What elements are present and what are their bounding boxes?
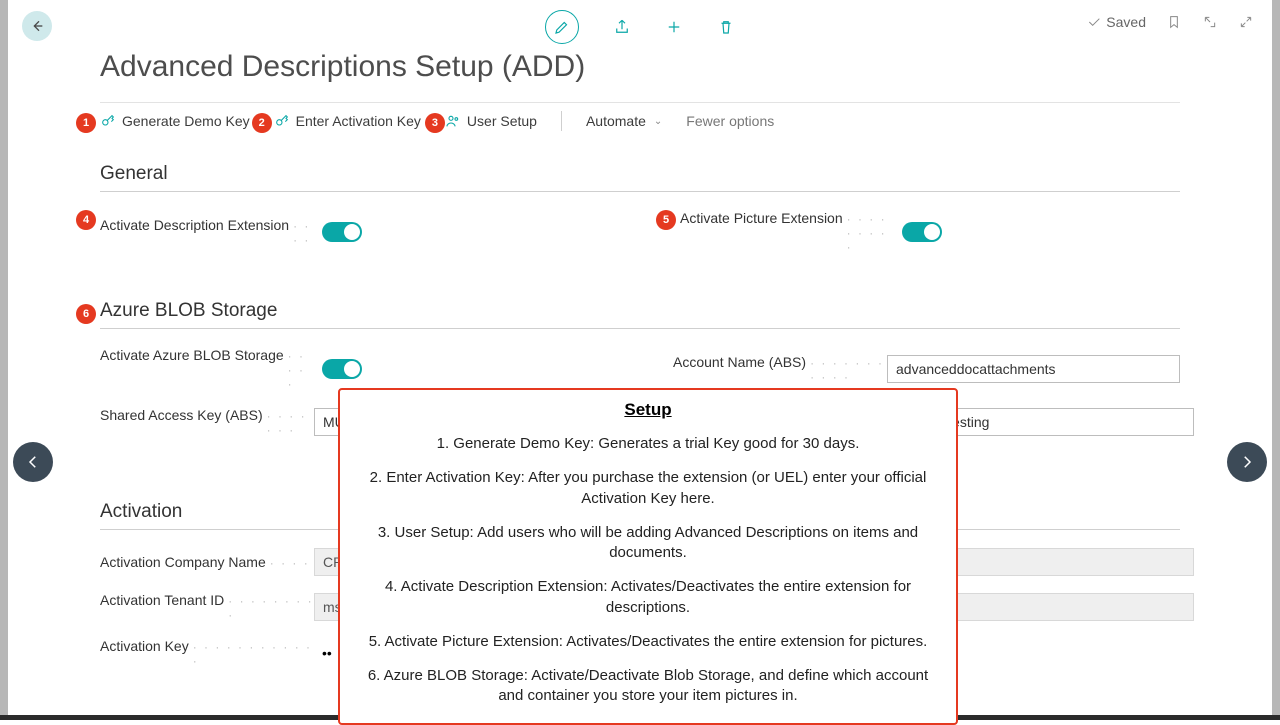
input-account-name[interactable] bbox=[887, 355, 1180, 383]
arrow-left-icon bbox=[29, 18, 45, 34]
prev-arrow[interactable] bbox=[13, 442, 53, 482]
command-divider bbox=[561, 111, 562, 131]
collapse-button[interactable] bbox=[1238, 14, 1254, 30]
back-button[interactable] bbox=[22, 11, 52, 41]
check-icon bbox=[1086, 14, 1102, 30]
general-row: 4 Activate Description Extension · · · ·… bbox=[100, 210, 1180, 270]
callout-5: 5 bbox=[656, 210, 676, 230]
callout-6: 6 bbox=[76, 304, 96, 324]
popout-icon bbox=[1202, 14, 1218, 30]
help-item-5: 5. Activate Picture Extension: Activates… bbox=[356, 632, 940, 652]
dots: · · · · · · · · · bbox=[847, 212, 894, 254]
help-item-1: 1. Generate Demo Key: Generates a trial … bbox=[356, 434, 940, 454]
delete-button[interactable] bbox=[717, 18, 735, 36]
field-label: Account Name (ABS) bbox=[673, 354, 806, 370]
help-item-2: 2. Enter Activation Key: After you purch… bbox=[356, 468, 940, 509]
dots: · · · · · · · · · · · · bbox=[193, 640, 314, 668]
next-arrow[interactable] bbox=[1227, 442, 1267, 482]
new-button[interactable] bbox=[665, 18, 683, 36]
key-icon bbox=[274, 113, 290, 129]
cmd-label: Enter Activation Key bbox=[296, 113, 421, 129]
field-label: Activate Picture Extension bbox=[680, 210, 843, 226]
section-rule bbox=[100, 328, 1180, 329]
field-activate-abs: Activate Azure BLOB Storage · · · · · bbox=[100, 347, 593, 391]
help-overlay: Setup 1. Generate Demo Key: Generates a … bbox=[338, 388, 958, 725]
bookmark-icon bbox=[1166, 14, 1182, 30]
section-title-general: General bbox=[100, 163, 1180, 185]
top-center-actions bbox=[545, 10, 735, 44]
toggle-activate-pic-ext[interactable] bbox=[902, 222, 942, 242]
help-item-4: 4. Activate Description Extension: Activ… bbox=[356, 577, 940, 618]
field-label: Activation Key bbox=[100, 638, 189, 654]
cmd-label: Generate Demo Key bbox=[122, 113, 250, 129]
cmd-label: User Setup bbox=[467, 113, 537, 129]
users-icon bbox=[445, 113, 461, 129]
chevron-down-icon: ⌄ bbox=[654, 116, 662, 127]
cmd-automate[interactable]: Automate ⌄ bbox=[586, 113, 662, 129]
help-title: Setup bbox=[356, 400, 940, 420]
dots: · · · · · · · · · · · bbox=[810, 356, 887, 384]
saved-indicator: Saved bbox=[1086, 14, 1146, 30]
frame-edge-left bbox=[0, 0, 8, 715]
callout-1: 1 bbox=[76, 113, 96, 133]
bookmark-button[interactable] bbox=[1166, 14, 1182, 30]
command-bar: 1 Generate Demo Key 2 Enter Activation K… bbox=[100, 102, 1180, 145]
cmd-label: Automate bbox=[586, 113, 646, 129]
field-account-name: Account Name (ABS) · · · · · · · · · · · bbox=[673, 347, 1180, 391]
field-activate-desc-ext: 4 Activate Description Extension · · · · bbox=[100, 210, 600, 254]
chevron-left-icon bbox=[24, 453, 42, 471]
help-item-3: 3. User Setup: Add users who will be add… bbox=[356, 523, 940, 564]
help-item-6: 6. Azure BLOB Storage: Activate/Deactiva… bbox=[356, 666, 940, 707]
callout-2: 2 bbox=[252, 113, 272, 133]
section-title-azure: Azure BLOB Storage bbox=[100, 300, 1180, 322]
toggle-activate-desc-ext[interactable] bbox=[322, 222, 362, 242]
top-right-actions: Saved bbox=[1086, 14, 1254, 30]
field-activate-pic-ext: 5 Activate Picture Extension · · · · · ·… bbox=[680, 210, 1180, 254]
cmd-fewer-options[interactable]: Fewer options bbox=[686, 113, 774, 129]
activation-key-masked: •• bbox=[322, 645, 332, 661]
trash-icon bbox=[717, 18, 735, 36]
dots: · · · · · · · bbox=[267, 409, 314, 437]
dots: · · · · bbox=[293, 219, 314, 247]
pencil-icon bbox=[553, 18, 571, 36]
frame-edge-right bbox=[1272, 0, 1280, 715]
field-label: Shared Access Key (ABS) bbox=[100, 407, 263, 423]
cmd-enter-activation-key[interactable]: 2 Enter Activation Key bbox=[274, 113, 421, 129]
section-rule bbox=[100, 191, 1180, 192]
callout-4: 4 bbox=[76, 210, 96, 230]
viewonly-icon bbox=[100, 113, 116, 129]
chevron-right-icon bbox=[1238, 453, 1256, 471]
saved-label: Saved bbox=[1106, 14, 1146, 30]
popout-button[interactable] bbox=[1202, 14, 1218, 30]
share-button[interactable] bbox=[613, 18, 631, 36]
cmd-generate-demo-key[interactable]: 1 Generate Demo Key bbox=[100, 113, 250, 129]
cmd-user-setup[interactable]: 3 User Setup bbox=[445, 113, 537, 129]
page-title: Advanced Descriptions Setup (ADD) bbox=[100, 50, 1180, 84]
toggle-activate-abs[interactable] bbox=[322, 359, 362, 379]
callout-3: 3 bbox=[425, 113, 445, 133]
field-label: Activate Azure BLOB Storage bbox=[100, 347, 284, 363]
share-icon bbox=[613, 18, 631, 36]
collapse-icon bbox=[1238, 14, 1254, 30]
plus-icon bbox=[665, 18, 683, 36]
dots: · · · · bbox=[270, 556, 314, 570]
field-label: Activation Tenant ID bbox=[100, 592, 224, 608]
field-label: Activate Description Extension bbox=[100, 217, 289, 233]
dots: · · · · · bbox=[288, 349, 314, 391]
dots: · · · · · · · · · bbox=[228, 594, 314, 622]
field-label: Activation Company Name bbox=[100, 554, 266, 570]
edit-button[interactable] bbox=[545, 10, 579, 44]
